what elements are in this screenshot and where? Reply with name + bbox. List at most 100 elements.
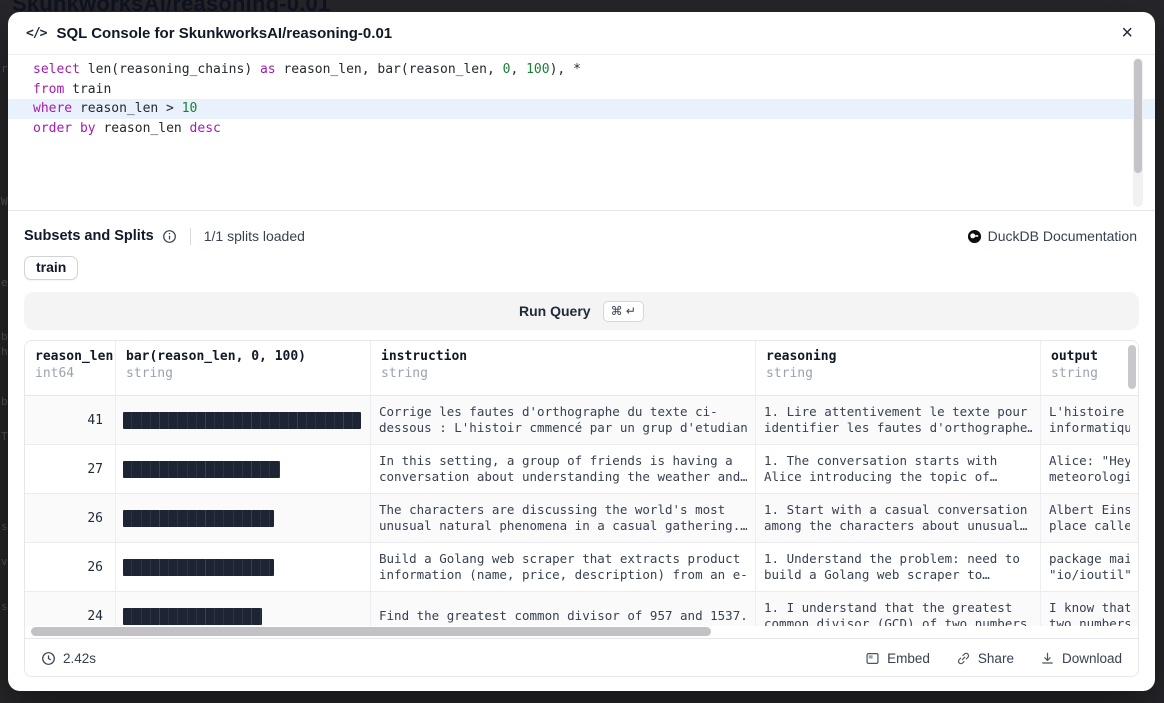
cell-text-line: dessous : L'histoir cmmencé par un grup …	[379, 420, 747, 436]
column-type: int64	[35, 366, 105, 381]
cell-reason-len: 27	[25, 445, 116, 493]
cell-output: Albert Einsteplace called	[1041, 494, 1138, 542]
download-button[interactable]: Download	[1040, 651, 1122, 666]
column-type: string	[766, 366, 1030, 381]
bar-glyph	[123, 412, 361, 429]
background-fragment: r	[1, 62, 8, 75]
column-header-output[interactable]: outputstring	[1041, 341, 1138, 395]
cell-reason-len: 24	[25, 592, 116, 626]
table-row[interactable]: 24 Find the greatest common divisor of 95…	[25, 592, 1138, 626]
background-fragment: e	[1, 276, 8, 289]
table-row[interactable]: 41 Corrige les fautes d'orthographe du te…	[25, 396, 1138, 445]
table-vertical-scrollbar[interactable]	[1127, 343, 1137, 626]
cell-reasoning: 1. I understand that the greatestcommon …	[756, 592, 1041, 626]
cell-reasoning: 1. Start with a casual conversationamong…	[756, 494, 1041, 542]
column-header-bar-reason-len-0-100[interactable]: bar(reason_len, 0, 100)string	[116, 341, 371, 395]
cell-text-line: Build a Golang web scraper that extracts…	[379, 551, 747, 567]
modal-title: SQL Console for SkunkworksAI/reasoning-0…	[56, 25, 392, 42]
column-header-instruction[interactable]: instruction string	[371, 341, 756, 395]
cell-bar	[116, 445, 371, 493]
cell-reason-len: 41	[25, 396, 116, 444]
code-icon: </>	[26, 26, 46, 41]
keyboard-shortcut-badge: ⌘ ↵	[603, 301, 644, 322]
background-fragment: h	[1, 345, 8, 358]
column-name: bar(reason_len, 0, 100)	[126, 349, 360, 364]
splits-loaded-status: 1/1 splits loaded	[204, 228, 305, 244]
table-row[interactable]: 26 The characters are discussing the worl…	[25, 494, 1138, 543]
info-icon[interactable]	[162, 229, 177, 244]
cell-output: I know that ttwo numbers i	[1041, 592, 1138, 626]
embed-label: Embed	[887, 651, 930, 666]
close-icon[interactable]: ×	[1117, 21, 1137, 45]
column-name: instruction	[381, 349, 745, 364]
cell-text-line: among the characters about unusual…	[764, 518, 1032, 534]
duckdb-logo-icon	[967, 229, 982, 244]
table-row[interactable]: 26Build a Golang web scraper that extrac…	[25, 543, 1138, 592]
bar-glyph	[123, 559, 274, 576]
cell-reason-len: 26	[25, 494, 116, 542]
cell-text-line: 1. Understand the problem: need to	[764, 551, 1032, 567]
cell-text-line: In this setting, a group of friends is h…	[379, 453, 747, 469]
cell-text-line: I know that t	[1049, 600, 1130, 616]
subsets-heading: Subsets and Splits	[24, 228, 154, 244]
cell-reasoning: 1. The conversation starts withAlice int…	[756, 445, 1041, 493]
column-type: string	[381, 366, 745, 381]
cell-text-line: Corrige les fautes d'orthographe du text…	[379, 404, 747, 420]
editor-scrollbar-thumb[interactable]	[1134, 59, 1142, 173]
cell-text-line: information (name, price, description) f…	[379, 567, 747, 583]
clock-icon	[41, 651, 56, 666]
column-type: string	[1051, 366, 1128, 381]
run-query-label: Run Query	[519, 303, 591, 319]
cell-text-line: Alice introducing the topic of…	[764, 469, 1032, 485]
split-badge-train[interactable]: train	[24, 256, 78, 280]
sql-editor[interactable]: select len(reasoning_chains) as reason_l…	[8, 55, 1155, 211]
run-query-button[interactable]: Run Query ⌘ ↵	[24, 292, 1139, 330]
column-header-reason-len[interactable]: reason_lenint64	[25, 341, 116, 395]
bar-glyph	[123, 461, 280, 478]
sql-code: select len(reasoning_chains) as reason_l…	[8, 60, 1155, 138]
horizontal-scrollbar[interactable]	[25, 626, 1138, 638]
cell-text-line: The characters are discussing the world'…	[379, 502, 747, 518]
cell-text-line: unusual natural phenomena in a casual ga…	[379, 518, 747, 534]
results-footer: 2.42s Embed Share	[25, 638, 1138, 677]
background-fragment: W	[1, 195, 8, 208]
cell-instruction: The characters are discussing the world'…	[371, 494, 756, 542]
share-label: Share	[978, 651, 1014, 666]
cell-output: L'histoire coinformatique	[1041, 396, 1138, 444]
background-fragment: s	[1, 520, 8, 533]
subsets-row: Subsets and Splits 1/1 splits loaded Duc…	[24, 225, 1137, 247]
embed-button[interactable]: Embed	[865, 651, 930, 666]
table-row[interactable]: 27 In this setting, a group of friends is…	[25, 445, 1138, 494]
code-line: from train	[8, 80, 1155, 100]
cell-bar	[116, 396, 371, 444]
table-vertical-scrollbar-thumb[interactable]	[1128, 345, 1136, 389]
share-button[interactable]: Share	[956, 651, 1014, 666]
cell-instruction: Find the greatest common divisor of 957 …	[371, 592, 756, 626]
download-label: Download	[1062, 651, 1122, 666]
background-fragment: s	[1, 600, 8, 613]
background-fragment: b	[1, 395, 8, 408]
bar-glyph	[123, 608, 262, 625]
cell-text-line: "io/ioutil" "	[1049, 567, 1130, 583]
column-header-reasoning[interactable]: reasoningstring	[756, 341, 1041, 395]
duckdb-documentation-link[interactable]: DuckDB Documentation	[967, 228, 1137, 244]
bar-glyph	[123, 510, 274, 527]
cell-text-line: 1. I understand that the greatest	[764, 600, 1032, 616]
cell-text-line: Alice: "Hey g	[1049, 453, 1130, 469]
download-icon	[1040, 651, 1055, 666]
query-duration-value: 2.42s	[63, 651, 96, 666]
background-fragment: b	[1, 330, 8, 343]
table-body: 41 Corrige les fautes d'orthographe du te…	[25, 396, 1138, 626]
embed-icon	[865, 651, 880, 666]
cell-bar	[116, 494, 371, 542]
share-link-icon	[956, 651, 971, 666]
cell-text-line: Find the greatest common divisor of 957 …	[379, 608, 747, 624]
duckdb-documentation-label: DuckDB Documentation	[988, 228, 1137, 244]
cell-text-line: L'histoire co	[1049, 404, 1130, 420]
cell-instruction: Corrige les fautes d'orthographe du text…	[371, 396, 756, 444]
sql-console-modal: </> SQL Console for SkunkworksAI/reasoni…	[8, 12, 1155, 691]
cell-bar	[116, 592, 371, 626]
divider	[190, 228, 191, 245]
editor-scrollbar[interactable]	[1133, 58, 1143, 207]
horizontal-scrollbar-thumb[interactable]	[31, 627, 711, 636]
